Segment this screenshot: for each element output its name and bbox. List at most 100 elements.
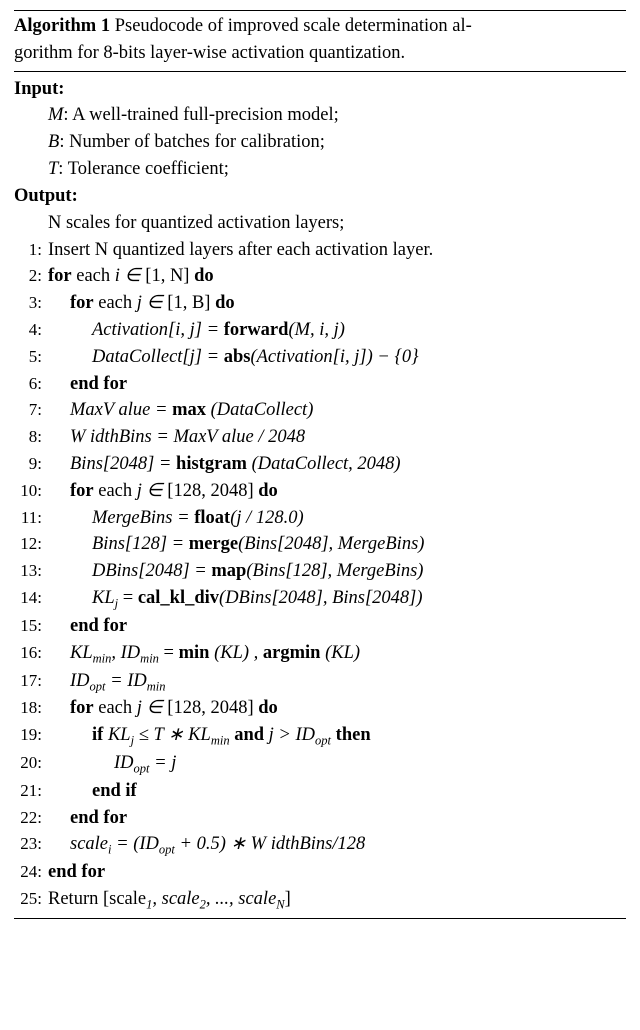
output-desc-text: N scales for quantized activation layers…: [48, 210, 344, 237]
line-num: 22:: [14, 806, 48, 831]
kw-and: and: [234, 725, 264, 745]
eq: =: [159, 643, 179, 663]
t: Return [scale: [48, 889, 146, 909]
args: (DBins[2048], Bins[2048]): [219, 588, 423, 608]
t: ]: [285, 889, 291, 909]
line-content: DBins[2048] = map(Bins[128], MergeBins): [48, 558, 626, 585]
line-content: Bins[128] = merge(Bins[2048], MergeBins): [48, 531, 626, 558]
kw-for: for: [70, 698, 94, 718]
line-15: 15: end for: [14, 613, 626, 640]
t: + 0.5) ∗ W idthBins/128: [175, 834, 365, 854]
line-3: 3: for each j ∈ [1, B] do: [14, 290, 626, 317]
sub: min: [140, 651, 159, 665]
sub: opt: [159, 843, 175, 857]
eq: =: [118, 588, 138, 608]
args: (Bins[2048], MergeBins): [238, 534, 424, 554]
sym: i ∈: [115, 266, 141, 286]
line-content: end for: [48, 371, 626, 398]
line-content: W idthBins = MaxV alue / 2048: [48, 424, 626, 451]
t: j > ID: [264, 725, 315, 745]
algorithm-body: Input: M: A well-trained full-precision …: [14, 72, 626, 918]
t: = (ID: [112, 834, 159, 854]
kw-for: for: [70, 293, 94, 313]
fn: forward: [224, 320, 289, 340]
t: ID: [114, 753, 134, 773]
output-label: Output:: [14, 183, 78, 210]
line-num: 4:: [14, 318, 48, 343]
sub: opt: [134, 762, 150, 776]
line-16: 16: KLmin, IDmin = min (KL) , argmin (KL…: [14, 640, 626, 668]
lhs: Bins[2048] =: [70, 454, 176, 474]
line-num: 17:: [14, 669, 48, 694]
t: KL: [103, 725, 130, 745]
line-21: 21: end if: [14, 778, 626, 805]
line-content: Bins[2048] = histgram (DataCollect, 2048…: [48, 451, 626, 478]
fn: float: [194, 508, 230, 528]
line-25: 25: Return [scale1, scale2, ..., scaleN]: [14, 886, 626, 914]
input-t-desc: : Tolerance coefficient;: [58, 156, 229, 183]
line-num: 19:: [14, 723, 48, 748]
line-18: 18: for each j ∈ [128, 2048] do: [14, 695, 626, 722]
kw-for: for: [48, 266, 72, 286]
algorithm-caption-a: Pseudocode of improved scale determinati…: [115, 16, 472, 36]
kw-for: for: [70, 481, 94, 501]
line-content: end for: [48, 805, 626, 832]
line-content: IDopt = IDmin: [48, 668, 626, 696]
line-11: 11: MergeBins = float(j / 128.0): [14, 505, 626, 532]
line-content: DataCollect[j] = abs(Activation[i, j]) −…: [48, 344, 626, 371]
line-num: 9:: [14, 452, 48, 477]
line-24: 24: end for: [14, 859, 626, 886]
output-header: Output:: [14, 183, 626, 210]
t: scale: [70, 834, 108, 854]
range: [128, 2048]: [163, 481, 259, 501]
line-num: 11:: [14, 506, 48, 531]
kw-do: do: [194, 266, 214, 286]
line-content: if KLj ≤ T ∗ KLmin and j > IDopt then: [48, 722, 626, 750]
args: (DataCollect): [206, 400, 313, 420]
output-desc: N scales for quantized activation layers…: [14, 210, 626, 237]
t: ≤ T ∗ KL: [134, 725, 211, 745]
line-13: 13: DBins[2048] = map(Bins[128], MergeBi…: [14, 558, 626, 585]
line-4: 4: Activation[i, j] = forward(M, i, j): [14, 317, 626, 344]
line-content: Return [scale1, scale2, ..., scaleN]: [48, 886, 626, 914]
line-content: Activation[i, j] = forward(M, i, j): [48, 317, 626, 344]
input-t: T: Tolerance coefficient;: [14, 156, 626, 183]
lhs: DataCollect[j] =: [92, 347, 224, 367]
fn: cal_kl_div: [138, 588, 219, 608]
lhs: MergeBins =: [92, 508, 194, 528]
args: (DataCollect, 2048): [247, 454, 401, 474]
range: [1, B]: [163, 293, 215, 313]
line-num: 18:: [14, 696, 48, 721]
line-num: 23:: [14, 832, 48, 857]
input-t-sym: T: [48, 156, 58, 183]
fn: merge: [189, 534, 238, 554]
fn: max: [172, 400, 206, 420]
line-content: IDopt = j: [48, 750, 626, 778]
kw-do: do: [258, 698, 278, 718]
input-b-sym: B: [48, 129, 59, 156]
line-8: 8: W idthBins = MaxV alue / 2048: [14, 424, 626, 451]
sub: min: [93, 651, 112, 665]
sub: min: [147, 679, 166, 693]
line-content: for each j ∈ [1, B] do: [48, 290, 626, 317]
line-num: 2:: [14, 264, 48, 289]
line-20: 20: IDopt = j: [14, 750, 626, 778]
fn: argmin: [263, 643, 321, 663]
lhs: DBins[2048] =: [92, 561, 211, 581]
line-12: 12: Bins[128] = merge(Bins[2048], MergeB…: [14, 531, 626, 558]
kw-each: each: [76, 266, 110, 286]
line-content: for each j ∈ [128, 2048] do: [48, 478, 626, 505]
line-content: Insert N quantized layers after each act…: [48, 237, 626, 264]
line-num: 15:: [14, 614, 48, 639]
t: , scale: [152, 889, 199, 909]
kw-if: if: [92, 725, 103, 745]
t: (KL): [320, 643, 360, 663]
line-num: 7:: [14, 398, 48, 423]
line-num: 3:: [14, 291, 48, 316]
args: (M, i, j): [288, 320, 345, 340]
line-num: 10:: [14, 479, 48, 504]
fn: map: [211, 561, 246, 581]
line-7: 7: MaxV alue = max (DataCollect): [14, 397, 626, 424]
line-23: 23: scalei = (IDopt + 0.5) ∗ W idthBins/…: [14, 831, 626, 859]
line-content: scalei = (IDopt + 0.5) ∗ W idthBins/128: [48, 831, 626, 859]
